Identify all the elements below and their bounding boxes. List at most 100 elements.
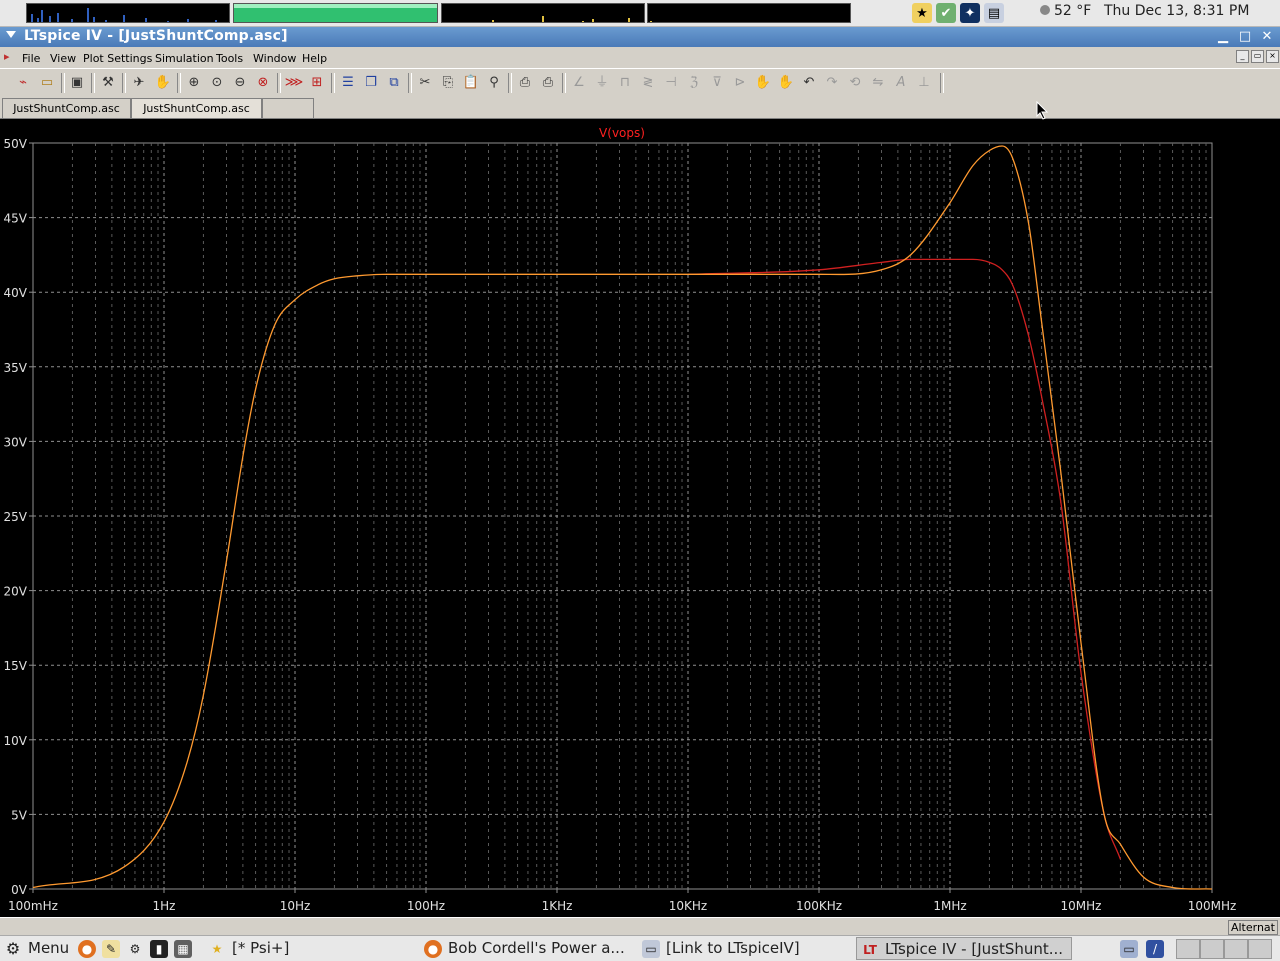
y-tick-label: 45V xyxy=(4,212,28,226)
y-tick-label: 30V xyxy=(4,435,28,449)
launcher-terminal[interactable]: ▮ xyxy=(150,937,174,960)
x-tick-label: 1KHz xyxy=(542,899,573,913)
task-firefox[interactable]: ● Bob Cordell's Power a... xyxy=(424,937,636,960)
y-axis: 0V 5V 10V 15V 20V 25V 30V 35V 40V 45V 50V xyxy=(4,137,33,897)
tab-plot[interactable] xyxy=(262,98,314,118)
tab-schematic-2[interactable]: JustShuntComp.asc xyxy=(131,98,262,118)
drag-icon[interactable]: ✋ xyxy=(776,73,796,93)
zoom-fit-icon[interactable]: ⊗ xyxy=(253,73,273,93)
print-icon[interactable]: ⎙ xyxy=(538,73,558,93)
toolbar-separator xyxy=(508,73,512,93)
launcher-firefox[interactable]: ● xyxy=(78,937,102,960)
tux-icon[interactable]: ✦ xyxy=(960,3,980,23)
menu-window[interactable]: Window xyxy=(253,52,296,65)
tab-schematic-1[interactable]: JustShuntComp.asc xyxy=(2,98,131,118)
tile-vertical-icon[interactable]: ⧉ xyxy=(384,73,404,93)
zoom-in-icon[interactable]: ⊕ xyxy=(184,73,204,93)
trace-line-1[interactable] xyxy=(687,258,1122,860)
maximize-icon[interactable]: □ xyxy=(1236,28,1254,46)
menu-simulation[interactable]: Simulation xyxy=(155,52,214,65)
component-icon[interactable]: ⊳ xyxy=(730,73,750,93)
waveform-viewer[interactable]: 100mHz 1Hz 10Hz 100Hz 1KHz 10KHz 100KHz 1MHz 10M… xyxy=(0,101,1280,917)
menu-view[interactable]: View xyxy=(50,52,76,65)
launcher-settings[interactable]: ⚙ xyxy=(126,937,150,960)
toolbar-separator xyxy=(408,73,412,93)
close-icon[interactable]: ✕ xyxy=(1258,28,1276,46)
menu-help[interactable]: Help xyxy=(302,52,327,65)
pan-icon[interactable]: ✋ xyxy=(153,73,173,93)
tray-folder[interactable]: ▭ xyxy=(1120,937,1144,960)
mirror-icon[interactable]: ⇋ xyxy=(868,73,888,93)
minimize-icon[interactable]: ▁ xyxy=(1214,28,1232,46)
status-text: Alternat xyxy=(1227,920,1278,935)
start-menu-button[interactable]: ⚙ Menu xyxy=(4,937,69,960)
task-psi[interactable]: ★ [* Psi+] xyxy=(208,937,418,960)
resistor-icon[interactable]: ≷ xyxy=(638,73,658,93)
copy-icon[interactable]: ⎘ xyxy=(438,73,458,93)
wire-icon[interactable]: ∠ xyxy=(569,73,589,93)
inductor-icon[interactable]: ℨ xyxy=(684,73,704,93)
task-ltspice[interactable]: LT LTspice IV - [JustShunt... xyxy=(856,937,1072,960)
control-panel-icon[interactable]: ⚒ xyxy=(98,73,118,93)
move-icon[interactable]: ✋ xyxy=(753,73,773,93)
toolbar-separator xyxy=(277,73,281,93)
network-icon[interactable]: ▤ xyxy=(984,3,1004,23)
plot-traces[interactable] xyxy=(32,145,1213,890)
undo-icon[interactable]: ↶ xyxy=(799,73,819,93)
window-menu-icon[interactable] xyxy=(6,31,16,38)
status-bar: Alternat xyxy=(0,917,1280,936)
print-setup-icon[interactable]: ⎙ xyxy=(515,73,535,93)
spice-directive-icon[interactable]: ⊥ xyxy=(914,73,934,93)
trace-line-2[interactable] xyxy=(32,145,1213,890)
paste-icon[interactable]: 📋 xyxy=(461,73,481,93)
window-titlebar[interactable]: LTspice IV - [JustShuntComp.asc] ▁ □ ✕ xyxy=(0,27,1280,47)
menu-plot-settings[interactable]: Plot Settings xyxy=(83,52,152,65)
zoom-rect-icon[interactable]: ⊙ xyxy=(207,73,227,93)
save-icon[interactable]: ▣ xyxy=(67,73,87,93)
open-icon[interactable]: ▭ xyxy=(37,73,57,93)
network-monitor[interactable] xyxy=(441,3,645,23)
workspace-switcher[interactable] xyxy=(1176,937,1276,960)
memory-monitor[interactable] xyxy=(233,3,438,23)
new-schematic-icon[interactable]: ⌁ xyxy=(13,73,33,93)
cut-icon[interactable]: ✂ xyxy=(415,73,435,93)
launcher-calculator[interactable]: ▦ xyxy=(174,937,198,960)
cascade-icon[interactable]: ❐ xyxy=(361,73,381,93)
menu-tools[interactable]: Tools xyxy=(216,52,243,65)
toolbar-separator xyxy=(122,73,126,93)
capacitor-icon[interactable]: ⊣ xyxy=(661,73,681,93)
trace-label[interactable]: V(vops) xyxy=(599,126,645,140)
plot-canvas[interactable]: 100mHz 1Hz 10Hz 100Hz 1KHz 10KHz 100KHz 1MHz 10M… xyxy=(0,119,1280,917)
tray-ltspice[interactable]: / xyxy=(1146,937,1170,960)
run-icon[interactable]: ✈ xyxy=(129,73,149,93)
star-icon[interactable]: ★ xyxy=(912,3,932,23)
shield-check-icon[interactable]: ✔ xyxy=(936,3,956,23)
redo-icon[interactable]: ↷ xyxy=(822,73,842,93)
launcher-text-editor[interactable]: ✎ xyxy=(102,937,126,960)
grid-icon[interactable]: ⊞ xyxy=(307,73,327,93)
cpu-monitor[interactable] xyxy=(26,3,230,23)
menu-file[interactable]: File xyxy=(22,52,40,65)
rotate-icon[interactable]: ⟲ xyxy=(845,73,865,93)
x-tick-label: 100MHz xyxy=(1188,899,1237,913)
plot-grid xyxy=(32,142,1213,890)
y-tick-label: 25V xyxy=(4,510,28,524)
diode-icon[interactable]: ⊽ xyxy=(707,73,727,93)
autorange-icon[interactable]: ⋙ xyxy=(284,73,304,93)
find-icon[interactable]: ⚲ xyxy=(484,73,504,93)
clock[interactable]: Thu Dec 13, 8:31 PM xyxy=(1104,3,1249,19)
text-icon[interactable]: A xyxy=(891,73,911,93)
toolbar-separator xyxy=(61,73,65,93)
mdi-minimize-icon[interactable]: _ xyxy=(1236,50,1249,63)
mdi-close-icon[interactable]: × xyxy=(1266,50,1279,63)
weather-applet[interactable]: 52 °F xyxy=(1040,3,1091,19)
mdi-restore-icon[interactable]: ▭ xyxy=(1251,50,1264,63)
ltspice-doc-icon[interactable]: ▸ xyxy=(4,51,14,63)
disk-monitor[interactable] xyxy=(647,3,851,23)
tile-horizontal-icon[interactable]: ☰ xyxy=(338,73,358,93)
task-folder[interactable]: ▭ [Link to LTspiceIV] xyxy=(642,937,852,960)
zoom-out-icon[interactable]: ⊖ xyxy=(230,73,250,93)
firefox-icon: ● xyxy=(78,939,96,958)
ground-icon[interactable]: ⏚ xyxy=(592,73,612,93)
label-icon[interactable]: ⊓ xyxy=(615,73,635,93)
